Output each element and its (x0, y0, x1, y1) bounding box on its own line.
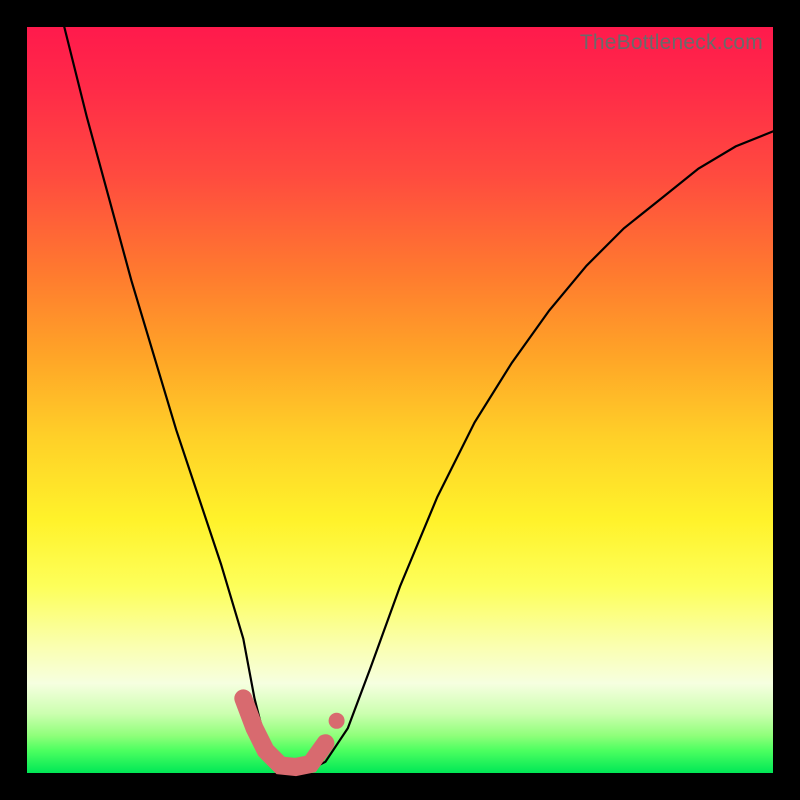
highlight-dot (329, 713, 345, 729)
chart-svg (27, 27, 773, 773)
curve-line (64, 27, 773, 769)
valley-highlight (243, 698, 325, 767)
chart-plot-area: TheBottleneck.com (27, 27, 773, 773)
chart-frame: TheBottleneck.com (0, 0, 800, 800)
